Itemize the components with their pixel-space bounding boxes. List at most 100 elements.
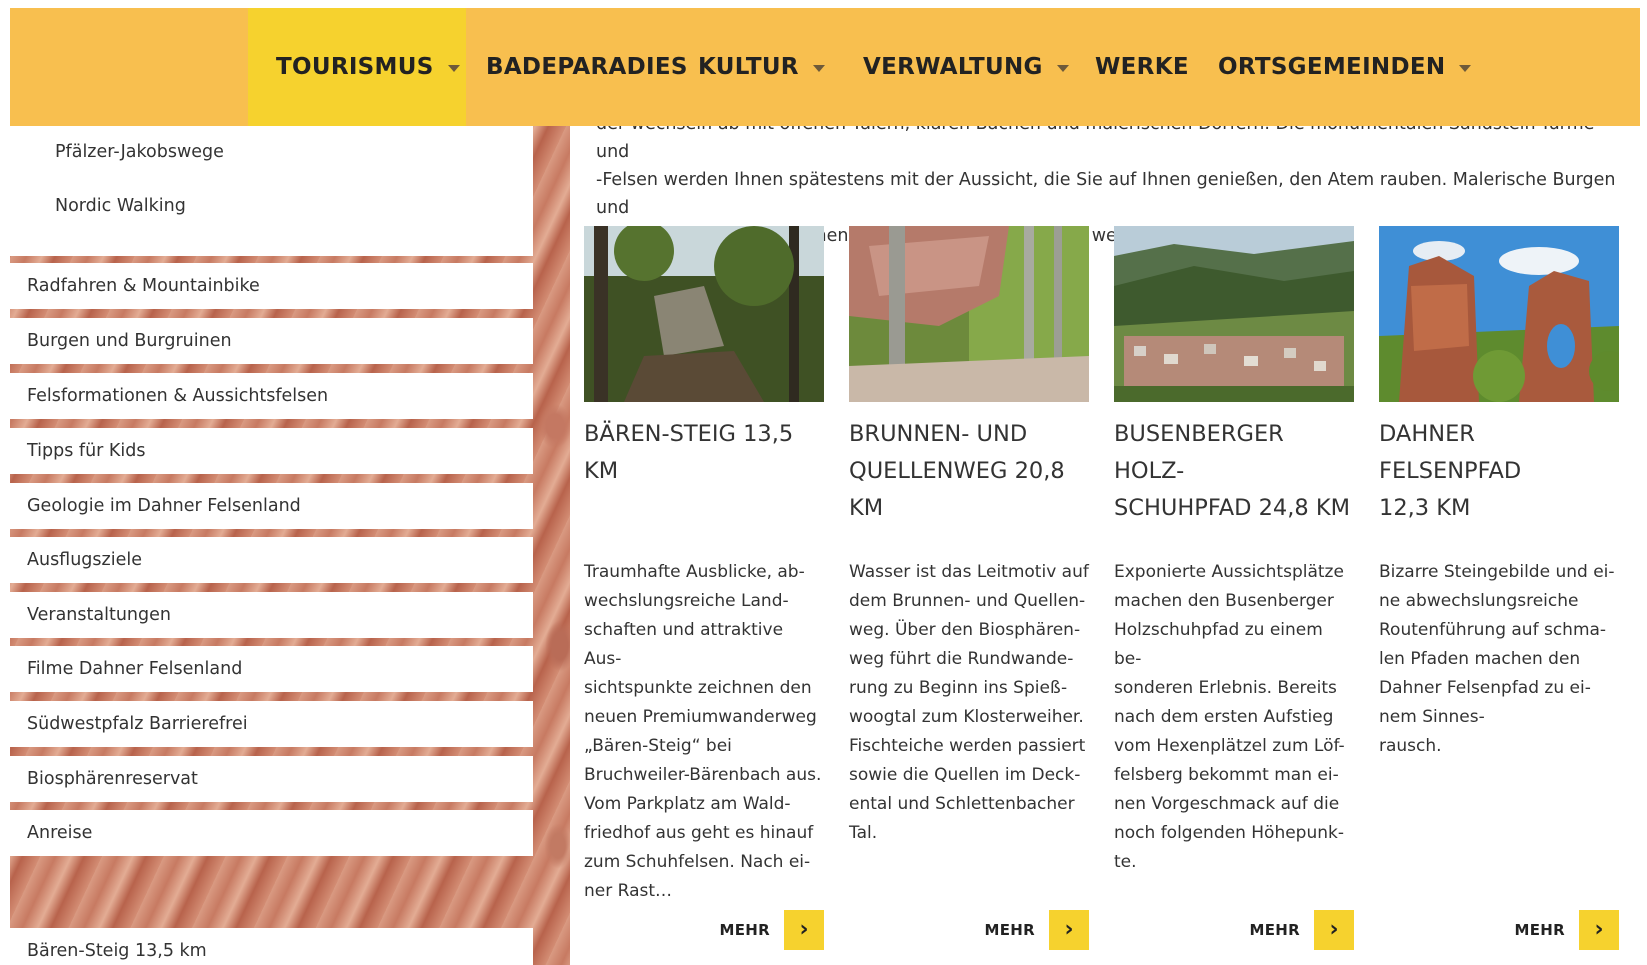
text-line: schaften und attraktive Aus- (584, 620, 784, 669)
sidebar-item-veranstaltungen[interactable]: Veranstaltungen (10, 592, 533, 638)
text-line: Vom Parkplatz am Wald- (584, 794, 791, 814)
text-line: „Bären-Steig“ bei (584, 736, 732, 756)
nav-item-badeparadies[interactable]: BADEPARADIES (486, 8, 688, 126)
nav-label: WERKE (1095, 54, 1189, 80)
trail-description: Exponierte Aussichtsplätze machen den Bu… (1114, 558, 1354, 877)
text-line: wechslungsreiche Land- (584, 591, 789, 611)
title-line: QUELLENWEG 20,8 (849, 458, 1065, 484)
text-line: nem Sinnes- (1379, 707, 1485, 727)
intro-line: -Felsen werden Ihnen spätestens mit der … (596, 170, 1616, 218)
text-line: te. (1114, 852, 1137, 872)
text-line: machen den Busenberger (1114, 591, 1334, 611)
trail-card: DAHNER FELSENPFAD 12,3 KM Bizarre Steing… (1379, 226, 1619, 950)
text-line: Traumhafte Ausblicke, ab- (584, 562, 805, 582)
nav-item-tourismus[interactable]: TOURISMUS (248, 8, 466, 126)
title-line: BUSENBERGER HOLZ- (1114, 421, 1284, 484)
text-line: woogtal zum Klosterweiher. (849, 707, 1084, 727)
submenu-link-jakobswege[interactable]: Pfälzer-Jakobswege (55, 142, 224, 162)
text-line: nach dem ersten Aufstieg (1114, 707, 1334, 727)
trail-image[interactable] (584, 226, 824, 402)
sidebar-item-geologie[interactable]: Geologie im Dahner Felsenland (10, 483, 533, 529)
more-button[interactable]: MEHR › (720, 910, 824, 950)
sidebar-item-filme[interactable]: Filme Dahner Felsenland (10, 646, 533, 692)
text-line: Dahner Felsenpfad zu ei- (1379, 678, 1591, 698)
text-line: ne abwechslungsreiche (1379, 591, 1579, 611)
text-line: Routenführung auf schma- (1379, 620, 1607, 640)
text-line: Holzschuhpfad zu einem be- (1114, 620, 1323, 669)
text-line: ental und Schlettenbacher (849, 794, 1075, 814)
sidebar-item-anreise[interactable]: Anreise (10, 810, 533, 856)
text-line: dem Brunnen- und Quellen- (849, 591, 1086, 611)
more-button[interactable]: MEHR › (985, 910, 1089, 950)
sidebar-item-burgen[interactable]: Burgen und Burgruinen (10, 318, 533, 364)
title-line: 12,3 KM (1379, 495, 1471, 521)
title-line: KM (849, 495, 884, 521)
trail-image[interactable] (1379, 226, 1619, 402)
submenu-link-nordic-walking[interactable]: Nordic Walking (55, 196, 186, 216)
chevron-down-icon (812, 64, 825, 72)
text-line: ner Rast… (584, 881, 673, 901)
sidebar-item-felsformationen[interactable]: Felsformationen & Aussichtsfelsen (10, 373, 533, 419)
trail-title[interactable]: DAHNER FELSENPFAD 12,3 KM (1379, 416, 1619, 527)
chevron-down-icon (447, 64, 460, 72)
text-line: Tal. (849, 823, 878, 843)
chevron-right-icon: › (1049, 910, 1089, 950)
main-navigation: TOURISMUS BADEPARADIES KULTUR VERWALTUNG… (10, 8, 1640, 126)
nav-label: TOURISMUS (276, 54, 434, 80)
title-line: SCHUHPFAD 24,8 KM (1114, 495, 1351, 521)
trail-title[interactable]: BÄREN-STEIG 13,5 KM (584, 416, 824, 490)
text-line: weg. Über den Biosphären- (849, 620, 1081, 640)
text-line: friedhof aus geht es hinauf (584, 823, 814, 843)
chevron-down-icon (1459, 64, 1472, 72)
trail-description: Wasser ist das Leitmotiv auf dem Brunnen… (849, 558, 1089, 848)
nav-item-ortsgemeinden[interactable]: ORTSGEMEINDEN (1218, 8, 1472, 126)
chevron-right-icon: › (784, 910, 824, 950)
text-line: rausch. (1379, 736, 1442, 756)
text-line: Wasser ist das Leitmotiv auf (849, 562, 1089, 582)
sidebar-item-ausflugsziele[interactable]: Ausflugsziele (10, 537, 533, 583)
more-label: MEHR (984, 921, 1035, 939)
text-line: nen Vorgeschmack auf die (1114, 794, 1340, 814)
nav-item-kultur[interactable]: KULTUR (698, 8, 825, 126)
trail-image[interactable] (849, 226, 1089, 402)
text-line: Bizarre Steingebilde und ei- (1379, 562, 1615, 582)
sidebar-item-tipps-kids[interactable]: Tipps für Kids (10, 428, 533, 474)
sidebar-item-radfahren[interactable]: Radfahren & Mountainbike (10, 263, 533, 309)
chevron-right-icon: › (1314, 910, 1354, 950)
trail-title[interactable]: BRUNNEN- UND QUELLENWEG 20,8 KM (849, 416, 1089, 527)
trail-image[interactable] (1114, 226, 1354, 402)
text-line: Bruchweiler-Bärenbach aus. (584, 765, 822, 785)
more-label: MEHR (719, 921, 770, 939)
nav-item-werke[interactable]: WERKE (1095, 8, 1189, 126)
submenu-panel: Pfälzer-Jakobswege Nordic Walking (10, 126, 533, 256)
more-button[interactable]: MEHR › (1515, 910, 1619, 950)
trail-title[interactable]: BUSENBERGER HOLZ- SCHUHPFAD 24,8 KM (1114, 416, 1354, 527)
text-line: rung zu Beginn ins Spieß- (849, 678, 1068, 698)
text-line: neuen Premiumwanderweg (584, 707, 817, 727)
text-line: Fischteiche werden passiert (849, 736, 1086, 756)
trail-description: Bizarre Steingebilde und ei- ne abwechsl… (1379, 558, 1619, 761)
sidebar-item-baeren-steig[interactable]: Bären-Steig 13,5 km (10, 928, 533, 965)
more-label: MEHR (1514, 921, 1565, 939)
trail-card: BUSENBERGER HOLZ- SCHUHPFAD 24,8 KM Expo… (1114, 226, 1354, 950)
text-line: len Pfaden machen den (1379, 649, 1581, 669)
text-line: sowie die Quellen im Deck- (849, 765, 1081, 785)
chevron-down-icon (1056, 64, 1069, 72)
text-line: Exponierte Aussichtsplätze (1114, 562, 1344, 582)
sidebar-item-barrierefrei[interactable]: Südwestpfalz Barrierefrei (10, 701, 533, 747)
text-line: vom Hexenplätzel zum Löf- (1114, 736, 1345, 756)
title-line: BÄREN-STEIG 13,5 KM (584, 421, 794, 484)
title-line: BRUNNEN- UND (849, 421, 1028, 447)
text-line: sonderen Erlebnis. Bereits (1114, 678, 1337, 698)
nav-item-verwaltung[interactable]: VERWALTUNG (863, 8, 1069, 126)
text-line: zum Schuhfelsen. Nach ei- (584, 852, 811, 872)
trail-card: BRUNNEN- UND QUELLENWEG 20,8 KM Wasser i… (849, 226, 1089, 950)
more-label: MEHR (1249, 921, 1300, 939)
text-line: sichtspunkte zeichnen den (584, 678, 812, 698)
sidebar-item-biosphaere[interactable]: Biosphärenreservat (10, 756, 533, 802)
trail-description: Traumhafte Ausblicke, ab- wechslungsreic… (584, 558, 824, 906)
text-line: weg führt die Rundwande- (849, 649, 1074, 669)
more-button[interactable]: MEHR › (1250, 910, 1354, 950)
nav-label: VERWALTUNG (863, 54, 1043, 80)
nav-label: BADEPARADIES (486, 54, 688, 80)
